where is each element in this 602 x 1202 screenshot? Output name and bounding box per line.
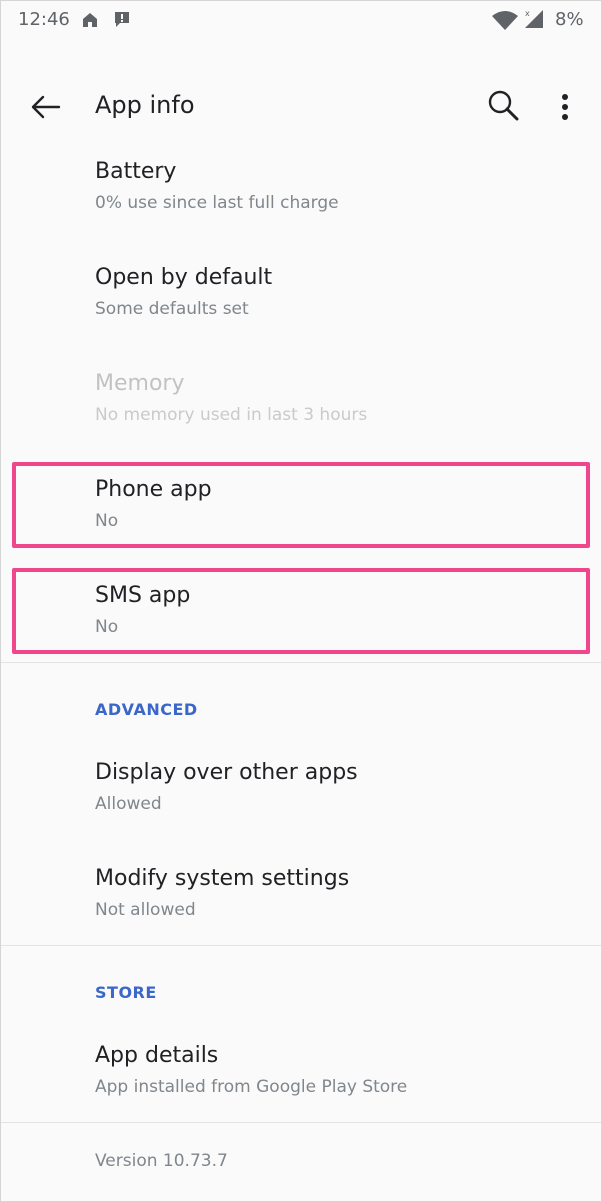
version-label: Version 10.73.7 xyxy=(95,1151,228,1171)
item-title: Open by default xyxy=(95,265,273,290)
item-subtitle: Some defaults set xyxy=(95,299,249,319)
app-info-screen: 12:46 x 8% App info Battery 0% use since… xyxy=(0,0,602,1202)
memory-item: Memory No memory used in last 3 hours xyxy=(1,363,601,469)
alert-icon xyxy=(115,12,129,27)
item-subtitle: Allowed xyxy=(95,794,162,814)
wifi-icon xyxy=(492,11,518,30)
sms-app-item[interactable]: SMS app No xyxy=(1,575,601,681)
item-title: Memory xyxy=(95,371,185,396)
item-subtitle: No xyxy=(95,511,119,531)
modify-system-settings-item[interactable]: Modify system settings Not allowed xyxy=(1,858,601,964)
more-options-button[interactable] xyxy=(549,87,581,127)
item-subtitle: Not allowed xyxy=(95,900,196,920)
back-arrow-icon xyxy=(31,95,61,119)
item-subtitle: App installed from Google Play Store xyxy=(95,1077,408,1097)
toolbar: App info xyxy=(1,61,601,151)
battery-level: 8% xyxy=(555,9,584,30)
status-time: 12:46 xyxy=(18,9,70,30)
app-details-item[interactable]: App details App installed from Google Pl… xyxy=(1,1035,601,1141)
item-title: SMS app xyxy=(95,583,191,608)
item-title: Modify system settings xyxy=(95,866,350,891)
item-subtitle: No xyxy=(95,617,119,637)
item-title: Phone app xyxy=(95,477,212,502)
signal-icon: x xyxy=(525,9,543,28)
section-header-advanced: ADVANCED xyxy=(95,700,198,719)
search-button[interactable] xyxy=(485,87,525,127)
home-icon xyxy=(83,13,97,27)
display-over-apps-item[interactable]: Display over other apps Allowed xyxy=(1,752,601,858)
back-button[interactable] xyxy=(25,87,65,127)
section-header-store: STORE xyxy=(95,983,157,1002)
open-by-default-item[interactable]: Open by default Some defaults set xyxy=(1,257,601,363)
item-subtitle: 0% use since last full charge xyxy=(95,193,339,213)
page-title: App info xyxy=(95,91,195,119)
phone-app-item[interactable]: Phone app No xyxy=(1,469,601,575)
divider xyxy=(1,662,601,663)
item-subtitle: No memory used in last 3 hours xyxy=(95,405,368,425)
search-icon xyxy=(488,90,519,121)
more-vert-icon xyxy=(562,94,568,120)
status-bar: 12:46 x 8% xyxy=(1,1,601,39)
item-title: App details xyxy=(95,1043,219,1068)
divider xyxy=(1,945,601,946)
divider xyxy=(1,1122,601,1123)
item-title: Battery xyxy=(95,159,177,184)
svg-text:x: x xyxy=(525,9,530,18)
battery-item[interactable]: Battery 0% use since last full charge xyxy=(1,151,601,257)
item-title: Display over other apps xyxy=(95,760,358,785)
